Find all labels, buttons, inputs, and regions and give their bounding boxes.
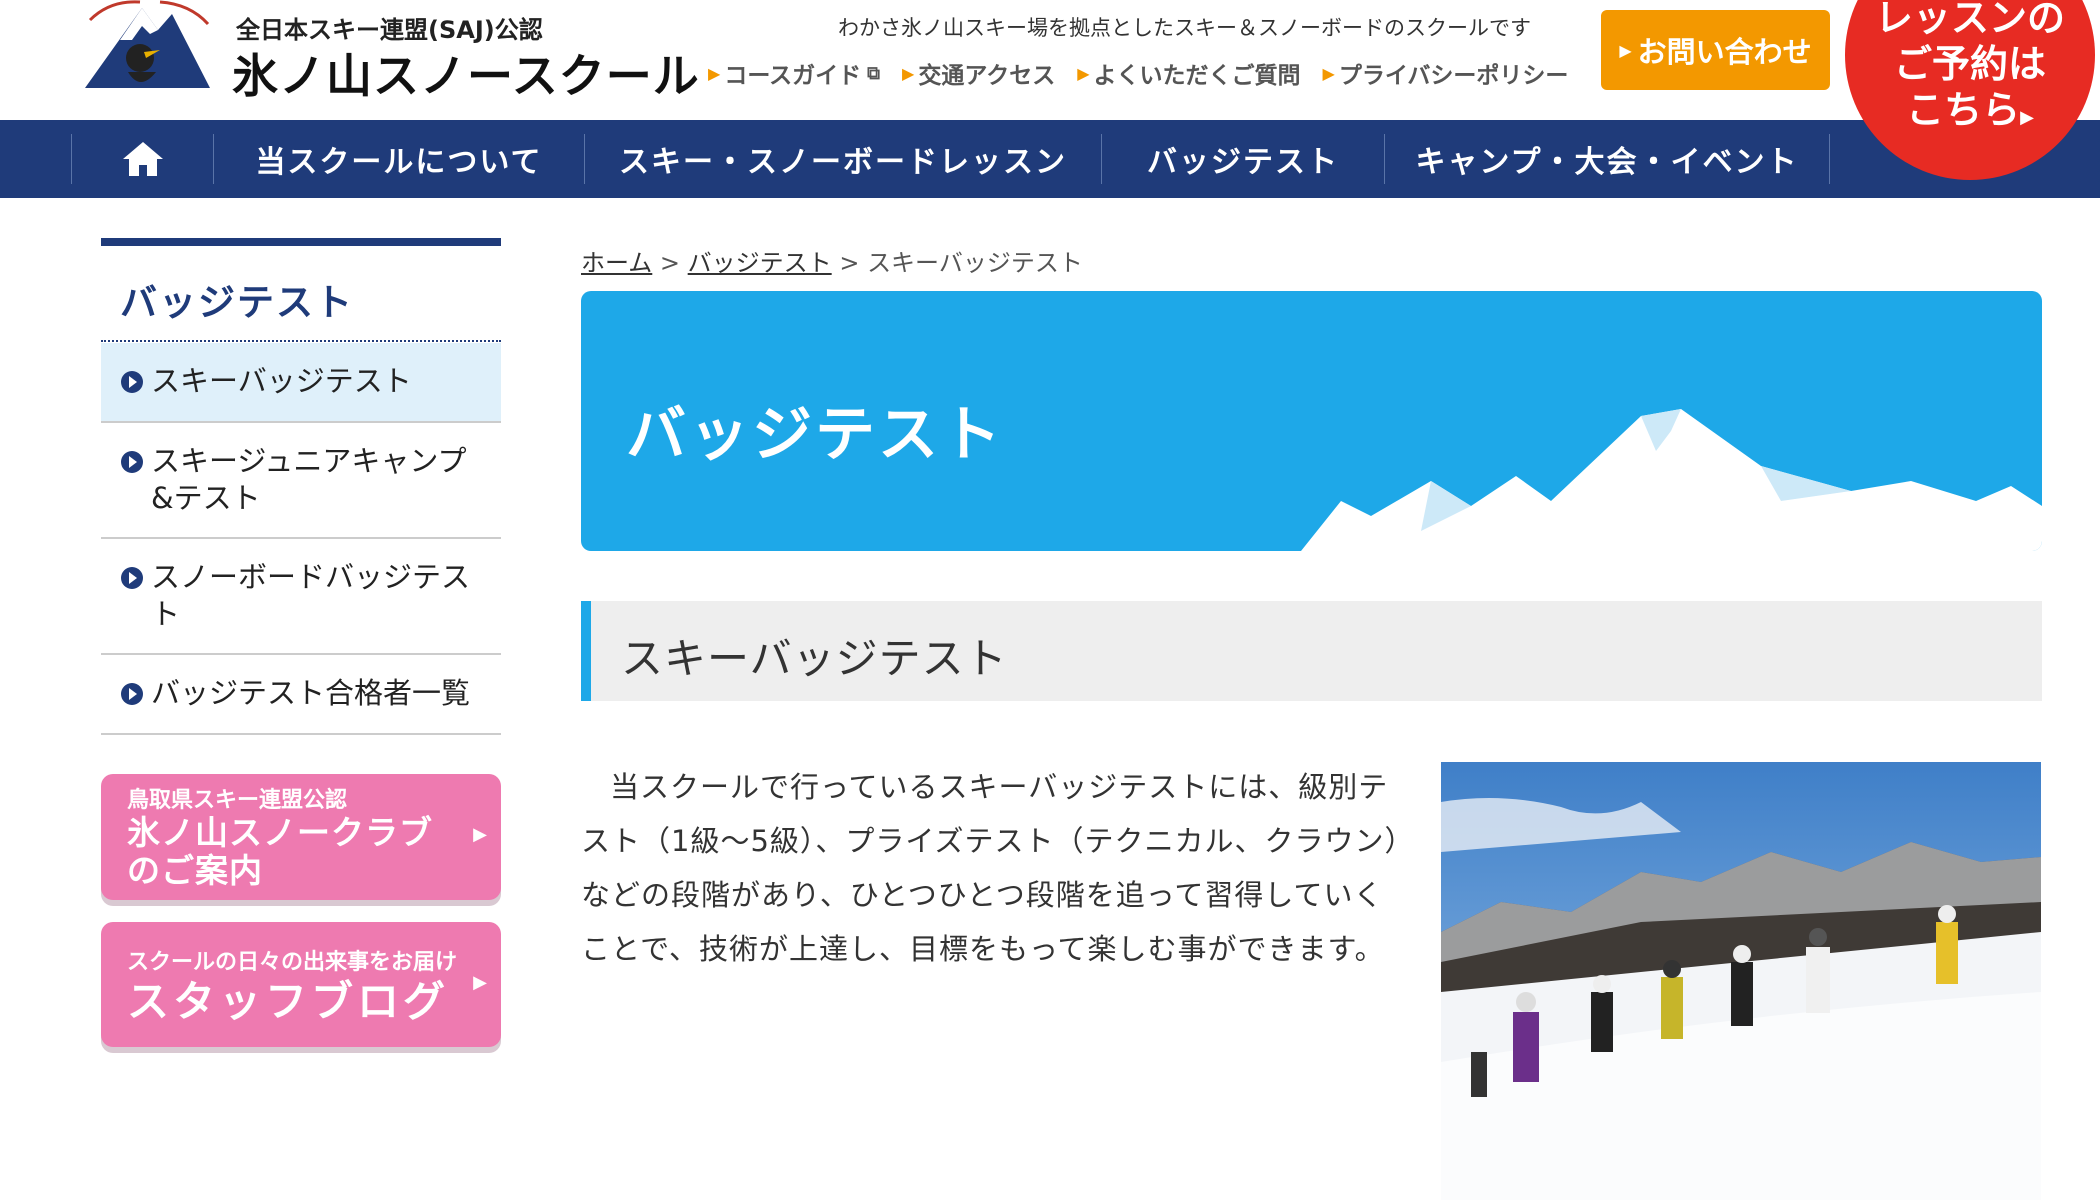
nav-home[interactable] — [72, 120, 213, 198]
sidebar-top-bar — [101, 238, 501, 246]
triangle-bullet-icon: ▶ — [1619, 40, 1632, 60]
header-tagline: わかさ氷ノ山スキー場を拠点としたスキー＆スノーボードのスクールです — [838, 16, 1531, 40]
breadcrumb-badge-test-link[interactable]: バッジテスト — [688, 249, 832, 277]
contact-button[interactable]: ▶ お問い合わせ — [1601, 10, 1830, 90]
ski-lesson-photo — [1441, 762, 2041, 1200]
circle-arrow-icon — [121, 567, 143, 589]
triangle-arrow-icon: ▶ — [473, 824, 487, 845]
global-nav: 当スクールについて スキー・スノーボードレッスン バッジテスト キャンプ・大会・… — [0, 120, 2100, 198]
triangle-arrow-icon: ▶ — [473, 972, 487, 993]
nav-lessons[interactable]: スキー・スノーボードレッスン — [585, 120, 1101, 198]
triangle-bullet-icon: ▶ — [708, 63, 721, 83]
circle-arrow-icon — [121, 683, 143, 705]
access-link[interactable]: ▶ 交通アクセス — [902, 56, 1055, 90]
circle-arrow-icon — [121, 451, 143, 473]
breadcrumb: ホーム > バッジテスト > スキーバッジテスト — [581, 249, 1083, 277]
sidebar-item-junior-camp[interactable]: スキージュニアキャンプ&テスト — [101, 423, 501, 539]
triangle-bullet-icon: ▶ — [902, 63, 915, 83]
triangle-bullet-icon: ▶ — [1077, 63, 1090, 83]
faq-link[interactable]: ▶ よくいただくご質問 — [1077, 56, 1300, 90]
school-name-logo[interactable]: 氷ノ山スノースクール — [232, 40, 700, 106]
sidebar-title: バッジテスト — [120, 281, 354, 324]
breadcrumb-current: スキーバッジテスト — [867, 249, 1083, 277]
external-window-icon: ⧉ — [867, 62, 881, 84]
nav-badge-test[interactable]: バッジテスト — [1102, 120, 1384, 198]
home-icon — [122, 142, 163, 176]
nav-about[interactable]: 当スクールについて — [214, 120, 584, 198]
sidebar-item-passers-list[interactable]: バッジテスト合格者一覧 — [101, 655, 501, 735]
nav-separator — [1829, 134, 1830, 184]
school-logo-emblem[interactable] — [80, 0, 215, 95]
utility-links: ▶ コースガイド ⧉ ▶ 交通アクセス ▶ よくいただくご質問 ▶ プライバシーポリシー — [708, 56, 1568, 90]
privacy-policy-link[interactable]: ▶ プライバシーポリシー — [1323, 56, 1569, 90]
sidebar-item-ski-badge-test[interactable]: スキーバッジテスト — [101, 343, 501, 423]
staff-blog-banner[interactable]: スクールの日々の出来事をお届け スタッフブログ ▶ — [101, 922, 501, 1047]
intro-paragraph: 当スクールで行っているスキーバッジテストには、級別テスト（1級〜5級）、プライズ… — [581, 770, 1401, 966]
course-guide-link[interactable]: ▶ コースガイド ⧉ — [708, 56, 880, 90]
circle-arrow-icon — [121, 371, 143, 393]
page-hero-banner: バッジテスト — [581, 291, 2042, 551]
triangle-bullet-icon: ▶ — [2020, 107, 2034, 128]
triangle-bullet-icon: ▶ — [1322, 63, 1335, 83]
breadcrumb-home-link[interactable]: ホーム — [581, 249, 652, 277]
sidebar-item-snowboard-badge-test[interactable]: スノーボードバッジテスト — [101, 539, 501, 655]
nav-camp-events[interactable]: キャンプ・大会・イベント — [1385, 120, 1829, 198]
sidebar-divider — [101, 340, 501, 342]
page-title: バッジテスト — [626, 400, 1004, 470]
site-header: 全日本スキー連盟(SAJ)公認 氷ノ山スノースクール わかさ氷ノ山スキー場を拠点… — [0, 0, 2100, 120]
section-heading: スキーバッジテスト — [581, 601, 2042, 701]
snow-club-banner[interactable]: 鳥取県スキー連盟公認 氷ノ山スノークラブ のご案内 ▶ — [101, 774, 501, 900]
